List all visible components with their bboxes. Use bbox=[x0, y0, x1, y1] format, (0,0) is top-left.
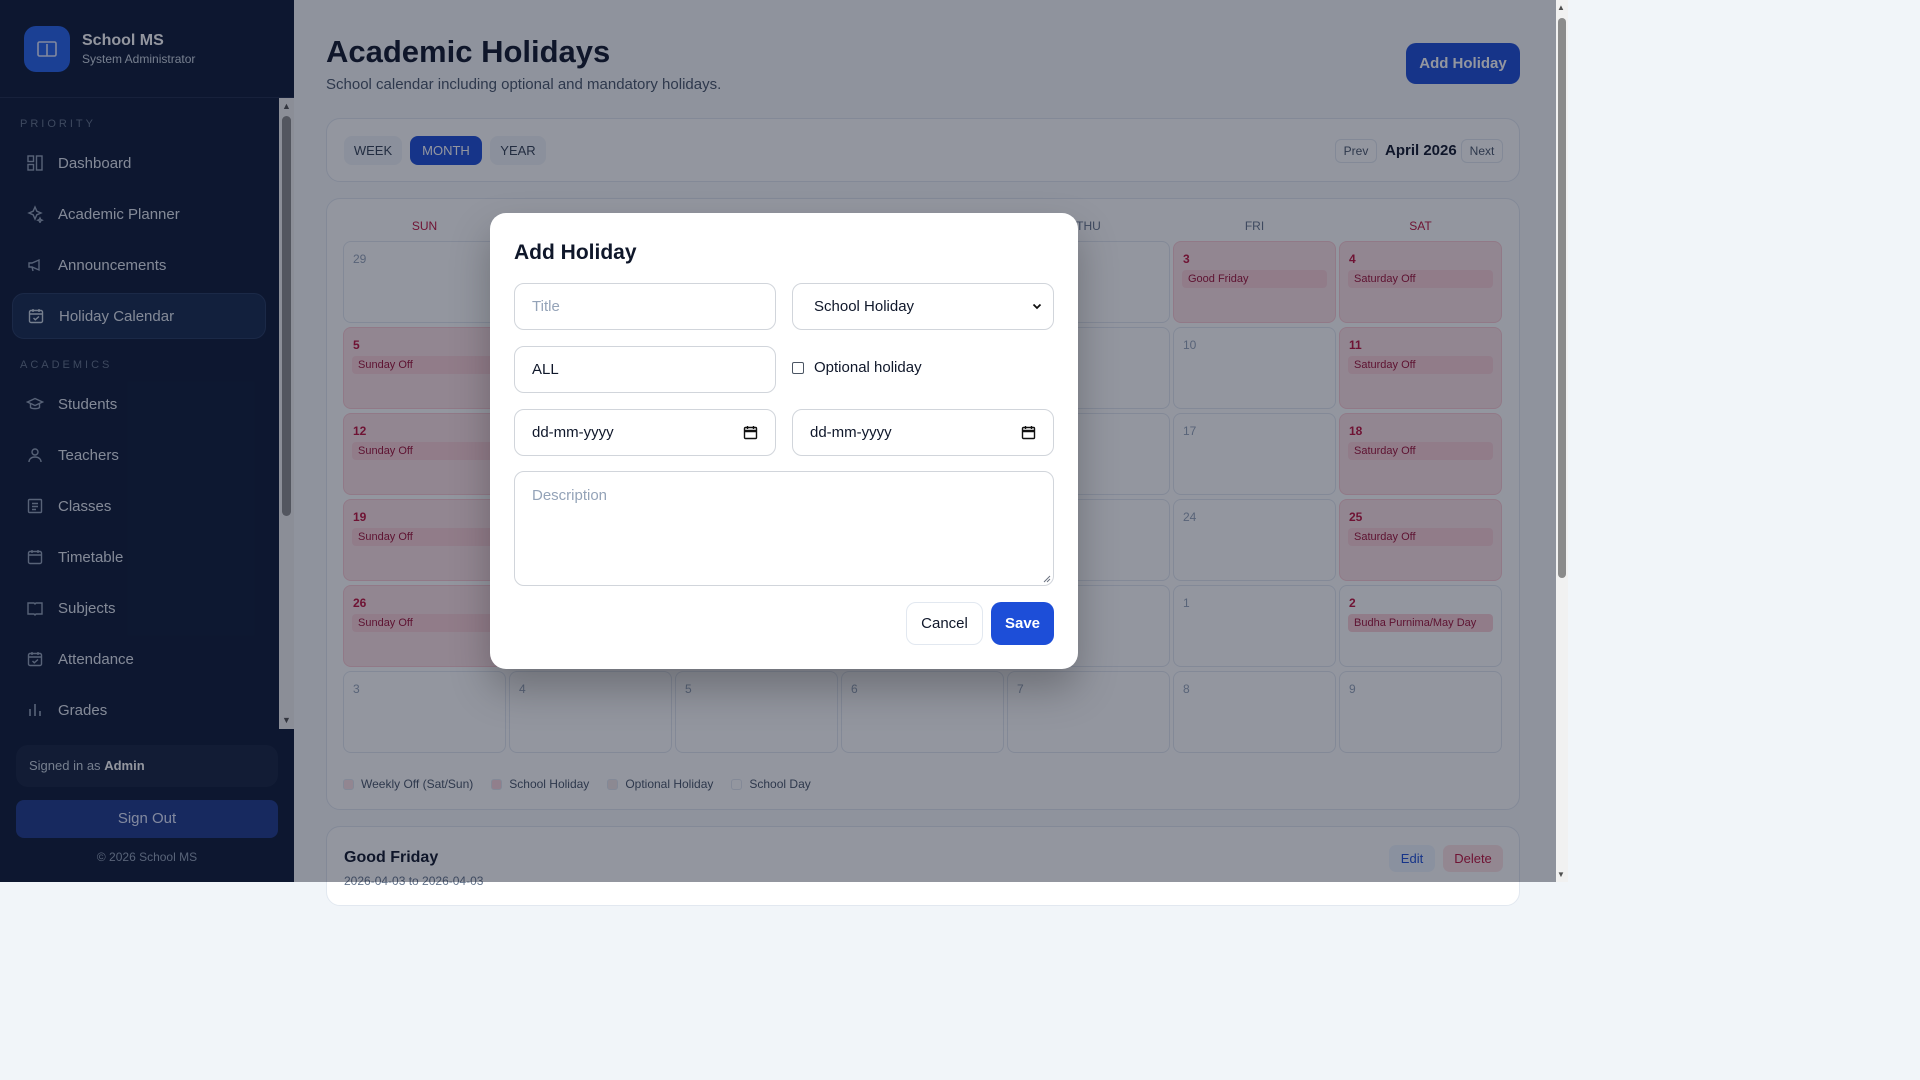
calendar-icon[interactable] bbox=[1021, 425, 1036, 440]
start-date-input[interactable]: dd-mm-yyyy bbox=[514, 409, 776, 456]
page-scrollbar[interactable]: ▲ ▼ bbox=[1556, 0, 1568, 882]
optional-holiday-label: Optional holiday bbox=[814, 359, 922, 376]
description-placeholder: Description bbox=[532, 487, 608, 504]
add-holiday-dialog: Add Holiday Title School Holiday ALL Opt… bbox=[490, 213, 1078, 669]
audience-input[interactable]: ALL bbox=[514, 346, 776, 393]
resize-handle-icon[interactable] bbox=[1043, 575, 1051, 583]
scroll-down-arrow-icon[interactable]: ▼ bbox=[1557, 870, 1565, 879]
holiday-type-select[interactable]: School Holiday bbox=[792, 283, 1054, 330]
dialog-title: Add Holiday bbox=[514, 241, 637, 264]
start-date-placeholder: dd-mm-yyyy bbox=[532, 424, 614, 441]
page-scroll-thumb[interactable] bbox=[1558, 18, 1566, 578]
save-button[interactable]: Save bbox=[991, 602, 1054, 645]
optional-holiday-toggle[interactable]: Optional holiday bbox=[792, 359, 922, 376]
optional-holiday-checkbox[interactable] bbox=[792, 361, 804, 374]
end-date-placeholder: dd-mm-yyyy bbox=[810, 424, 892, 441]
description-textarea[interactable]: Description bbox=[514, 471, 1054, 586]
calendar-icon[interactable] bbox=[743, 425, 758, 440]
title-input[interactable]: Title bbox=[514, 283, 776, 330]
chevron-down-icon bbox=[1032, 303, 1042, 310]
holiday-type-value: School Holiday bbox=[814, 298, 915, 315]
scroll-up-arrow-icon[interactable]: ▲ bbox=[1557, 3, 1565, 12]
end-date-input[interactable]: dd-mm-yyyy bbox=[792, 409, 1054, 456]
cancel-button[interactable]: Cancel bbox=[906, 602, 983, 645]
